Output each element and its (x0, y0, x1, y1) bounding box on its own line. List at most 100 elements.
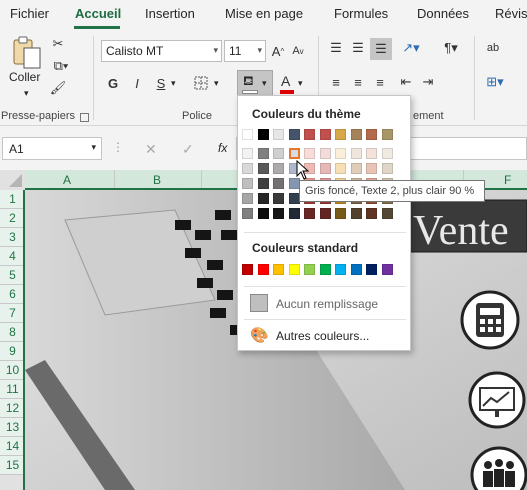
color-swatch[interactable] (366, 208, 377, 219)
color-swatch[interactable] (304, 208, 315, 219)
row-header[interactable]: 9 (0, 342, 25, 361)
select-all-button[interactable] (0, 170, 25, 190)
color-swatch[interactable] (242, 148, 253, 159)
row-header[interactable]: 4 (0, 247, 25, 266)
tab-fichier[interactable]: Fichier (10, 6, 49, 21)
row-header[interactable]: 13 (0, 418, 25, 437)
format-painter-icon[interactable]: 🖌 (48, 78, 68, 98)
increase-font-icon[interactable]: A ^ (269, 40, 287, 62)
font-name-combo[interactable]: Calisto MT ▾ (101, 40, 222, 62)
row-header[interactable]: 6 (0, 285, 25, 304)
fill-color-button[interactable]: ⛾ ▾ (237, 70, 273, 96)
color-swatch[interactable] (366, 129, 377, 140)
color-swatch[interactable] (350, 148, 362, 159)
row-header[interactable]: 10 (0, 361, 25, 380)
underline-dropdown-icon[interactable]: ▾ (171, 78, 176, 89)
row-header[interactable]: 1 (0, 190, 25, 209)
row-header[interactable]: 8 (0, 323, 25, 342)
color-swatch[interactable] (273, 129, 284, 140)
borders-icon[interactable] (190, 72, 212, 94)
align-top-icon[interactable]: ☰ (326, 38, 346, 58)
color-swatch[interactable] (242, 208, 253, 219)
font-color-button[interactable]: A ▾ (278, 72, 306, 96)
cancel-icon[interactable]: ✕ (145, 141, 157, 158)
cut-icon[interactable]: ✂ (48, 34, 68, 54)
standard-color-swatch[interactable] (381, 264, 393, 275)
standard-color-swatch[interactable] (319, 264, 331, 275)
color-swatch[interactable] (257, 129, 269, 140)
tab-insertion[interactable]: Insertion (145, 6, 195, 21)
color-swatch[interactable] (242, 163, 253, 174)
color-swatch[interactable] (381, 208, 393, 219)
increase-indent-icon[interactable]: ⇥ (418, 72, 438, 92)
color-swatch[interactable] (288, 129, 300, 140)
paste-icon[interactable] (10, 36, 42, 70)
color-swatch[interactable] (288, 193, 300, 204)
column-header-b[interactable]: B (115, 170, 202, 190)
column-header-a[interactable]: A (25, 170, 115, 190)
color-swatch[interactable] (319, 208, 331, 219)
row-header[interactable]: 7 (0, 304, 25, 323)
color-swatch[interactable] (257, 163, 269, 174)
color-swatch[interactable] (304, 129, 315, 140)
tab-revision[interactable]: Révis (495, 6, 527, 21)
more-options-icon[interactable]: ⋮ (112, 140, 124, 154)
color-swatch[interactable] (242, 178, 253, 189)
color-swatch[interactable] (335, 129, 346, 140)
no-fill-option[interactable]: Aucun remplissage (276, 297, 378, 311)
row-header[interactable]: 14 (0, 437, 25, 456)
bold-button[interactable]: G (104, 72, 122, 94)
standard-color-swatch[interactable] (366, 264, 377, 275)
row-header[interactable]: 15 (0, 456, 25, 475)
color-swatch[interactable] (381, 129, 393, 140)
row-header[interactable]: 12 (0, 399, 25, 418)
font-size-combo[interactable]: 11 ▾ (224, 40, 266, 62)
borders-dropdown-icon[interactable]: ▾ (214, 78, 219, 89)
color-swatch[interactable] (335, 148, 346, 159)
paste-button-label[interactable]: Coller (9, 70, 40, 84)
row-header[interactable]: 3 (0, 228, 25, 247)
align-right-icon[interactable]: ≡ (370, 72, 390, 92)
color-swatch[interactable] (366, 163, 377, 174)
color-swatch[interactable] (350, 208, 362, 219)
color-swatch[interactable] (257, 208, 269, 219)
align-bottom-icon[interactable]: ☰ (370, 38, 392, 60)
color-swatch[interactable] (335, 208, 346, 219)
color-swatch[interactable] (319, 148, 331, 159)
decrease-font-icon[interactable]: Av (289, 40, 307, 62)
color-swatch[interactable] (242, 129, 253, 140)
standard-color-swatch[interactable] (335, 264, 346, 275)
align-left-icon[interactable]: ≡ (326, 72, 346, 92)
color-swatch[interactable] (273, 178, 284, 189)
color-swatch[interactable] (319, 129, 331, 140)
color-swatch[interactable] (273, 163, 284, 174)
color-swatch[interactable] (273, 148, 284, 159)
tab-accueil[interactable]: Accueil (75, 6, 121, 21)
paste-dropdown-icon[interactable]: ▾ (24, 88, 29, 99)
color-swatch[interactable] (366, 148, 377, 159)
standard-color-swatch[interactable] (273, 264, 284, 275)
color-swatch[interactable] (335, 163, 346, 174)
standard-color-swatch[interactable] (304, 264, 315, 275)
color-swatch[interactable] (273, 208, 284, 219)
standard-color-swatch[interactable] (288, 264, 300, 275)
tab-donnees[interactable]: Données (417, 6, 469, 21)
standard-color-swatch[interactable] (350, 264, 362, 275)
decrease-indent-icon[interactable]: ⇤ (396, 72, 416, 92)
clipboard-launcher-icon[interactable] (80, 113, 89, 122)
color-swatch[interactable] (257, 148, 269, 159)
tab-formules[interactable]: Formules (334, 6, 388, 21)
enter-icon[interactable]: ✓ (182, 141, 194, 158)
color-swatch[interactable] (257, 178, 269, 189)
color-swatch-selected[interactable] (288, 148, 300, 159)
paragraph-direction-icon[interactable]: ¶▾ (438, 38, 464, 58)
color-swatch[interactable] (257, 193, 269, 204)
color-swatch[interactable] (304, 148, 315, 159)
merge-center-icon[interactable]: ⊞▾ (482, 72, 508, 92)
color-swatch[interactable] (242, 193, 253, 204)
standard-color-swatch[interactable] (257, 264, 269, 275)
color-swatch[interactable] (288, 208, 300, 219)
insert-function-icon[interactable]: fx (218, 141, 227, 155)
orientation-icon[interactable]: ↗▾ (396, 38, 426, 58)
row-header[interactable]: 5 (0, 266, 25, 285)
